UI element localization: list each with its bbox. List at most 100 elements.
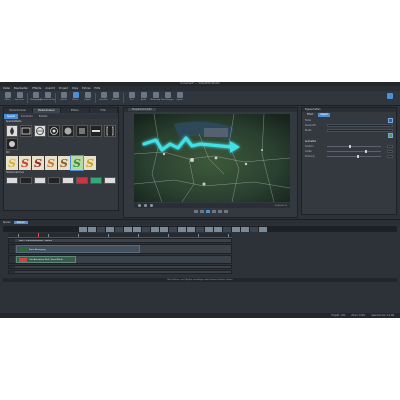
next-frame-icon[interactable]	[211, 210, 216, 213]
tab-program-monitor[interactable]: Programmmonitor	[128, 108, 156, 111]
style-s-darkred[interactable]: S	[32, 156, 44, 170]
text-animation-thumbnail[interactable]	[76, 177, 88, 184]
track-header[interactable]	[9, 239, 15, 242]
style-s-gold[interactable]: S	[84, 156, 96, 170]
title-clip[interactable]: Titel Animation Pfeil / Karte/Effekt	[16, 256, 76, 263]
save-button[interactable]: Speichern	[15, 92, 24, 104]
track-2: Karte Bewegung	[8, 244, 232, 254]
effects-button[interactable]: Effekte	[71, 92, 80, 104]
open-button[interactable]: Öffnen	[3, 92, 12, 104]
tab-media-browser[interactable]: Medienbrowser	[4, 108, 33, 113]
tab-media-browser-active[interactable]: Medienbrowser	[32, 108, 61, 113]
text-animation-thumbnail[interactable]	[48, 177, 60, 184]
subtab-image-styles[interactable]: Bildstile	[36, 114, 51, 119]
style-s-yellow[interactable]: S	[6, 156, 18, 170]
position-slider[interactable]	[327, 145, 381, 148]
menu-clips[interactable]: Clips	[72, 87, 78, 90]
playhead[interactable]	[38, 233, 39, 237]
monitor-controls: 00:00:05:12	[134, 203, 290, 208]
globe-icon	[36, 127, 44, 135]
layout-button[interactable]: Layout	[175, 92, 184, 104]
audio-button[interactable]: Audio	[139, 92, 148, 104]
effect-thumbnail[interactable]	[6, 125, 18, 137]
tab-effects[interactable]: Effekte	[61, 108, 90, 113]
safe-area-icon[interactable]	[150, 204, 153, 207]
tab-tracks[interactable]: Spuren	[3, 221, 11, 224]
rotation-slider[interactable]	[327, 155, 381, 158]
style-s-orange[interactable]: S	[45, 156, 57, 170]
track-label-clip[interactable]: Spur 1 Kartenanimation - Spezial	[16, 239, 231, 242]
menu-file[interactable]: Datei	[3, 87, 10, 90]
zoom-icon[interactable]	[138, 204, 141, 207]
loop-icon[interactable]	[223, 210, 228, 213]
opacity-field[interactable]	[327, 124, 393, 127]
text-animation-thumbnail[interactable]	[90, 177, 102, 184]
video-preview[interactable]	[134, 114, 290, 202]
text-animation-thumbnail[interactable]	[104, 177, 116, 184]
tab-object[interactable]: Objekt	[318, 113, 330, 117]
menu-edit[interactable]: Bearbeiten	[14, 87, 28, 90]
save-icon	[16, 92, 23, 98]
size-slider[interactable]	[327, 150, 381, 153]
options-button[interactable]	[386, 93, 394, 103]
effect-thumbnail[interactable]	[76, 125, 88, 137]
color-swatch-button[interactable]	[388, 118, 393, 123]
menu-help[interactable]: Hilfe	[94, 87, 100, 90]
timeline-drop-hint[interactable]: Hier klicken, um Objekte einzufügen oder…	[3, 278, 397, 282]
preview-button[interactable]: Vorschau	[99, 92, 108, 104]
map-preview-image	[134, 114, 290, 202]
audio-icon	[140, 92, 147, 98]
style-s-selected[interactable]: S	[70, 155, 84, 171]
text-animation-thumbnail[interactable]	[20, 177, 32, 184]
text-animation-thumbnail[interactable]	[34, 177, 46, 184]
status-bar: Projekt: 1/32 Zoom: 100% Speicher frei: …	[0, 313, 400, 318]
scene-filmstrip[interactable]	[3, 226, 397, 232]
fast-forward-icon[interactable]	[217, 210, 222, 213]
width-field[interactable]	[327, 129, 393, 132]
effect-thumbnail[interactable]	[6, 138, 18, 150]
style-s-brown[interactable]: S	[58, 156, 70, 170]
play-icon[interactable]	[205, 210, 210, 213]
subtab-special[interactable]: Spezial	[4, 114, 18, 119]
tab-filters[interactable]: Filter	[90, 108, 118, 113]
gear-icon	[164, 92, 171, 98]
tab-scenes[interactable]: Szenen	[13, 221, 28, 224]
prev-frame-icon[interactable]	[199, 210, 204, 213]
menu-project[interactable]: Projekt	[59, 87, 68, 90]
menu-view[interactable]: Ansicht	[45, 87, 55, 90]
position-spinbox[interactable]	[387, 145, 393, 148]
effect-thumbnail[interactable]	[90, 125, 102, 137]
subtab-intro-outro[interactable]: Intro/Outro	[18, 114, 36, 119]
track-header[interactable]	[9, 266, 15, 268]
style-s-red[interactable]: S	[19, 156, 31, 170]
effect-thumbnail[interactable]	[34, 125, 46, 137]
text-animation-thumbnail[interactable]	[62, 177, 74, 184]
undo-button[interactable]: Rückgängig	[30, 92, 41, 104]
render-button[interactable]: Rendern	[111, 92, 120, 104]
rewind-icon[interactable]	[193, 210, 198, 213]
effect-thumbnail[interactable]	[48, 125, 60, 137]
target-icon	[50, 127, 58, 135]
tools-button[interactable]: Werkzeuge	[151, 92, 161, 104]
redo-icon	[44, 92, 51, 98]
settings-button[interactable]: Einstellungen	[161, 92, 174, 104]
tab-effect[interactable]: Effekt	[305, 113, 315, 117]
video-clip[interactable]: Karte Bewegung	[16, 245, 140, 253]
menu-effects[interactable]: Effekte	[32, 87, 41, 90]
title-button[interactable]: Titel	[127, 92, 136, 104]
cut-button[interactable]: Schnitt	[59, 92, 68, 104]
color-swatch-button[interactable]	[388, 133, 393, 138]
effect-thumbnail[interactable]	[104, 125, 116, 137]
effect-thumbnail[interactable]	[62, 125, 74, 137]
track-header[interactable]	[9, 256, 15, 263]
track-header[interactable]	[9, 245, 15, 253]
effect-thumbnail[interactable]	[20, 125, 32, 137]
track-header[interactable]	[9, 271, 15, 273]
export-button[interactable]: Export	[83, 92, 92, 104]
rotation-spinbox[interactable]	[387, 155, 393, 158]
size-spinbox[interactable]	[387, 150, 393, 153]
menu-extras[interactable]: Extras	[82, 87, 90, 90]
text-animation-thumbnail[interactable]	[6, 177, 18, 184]
redo-button[interactable]: Wiederherstellen	[40, 92, 55, 104]
grid-icon[interactable]	[144, 204, 147, 207]
